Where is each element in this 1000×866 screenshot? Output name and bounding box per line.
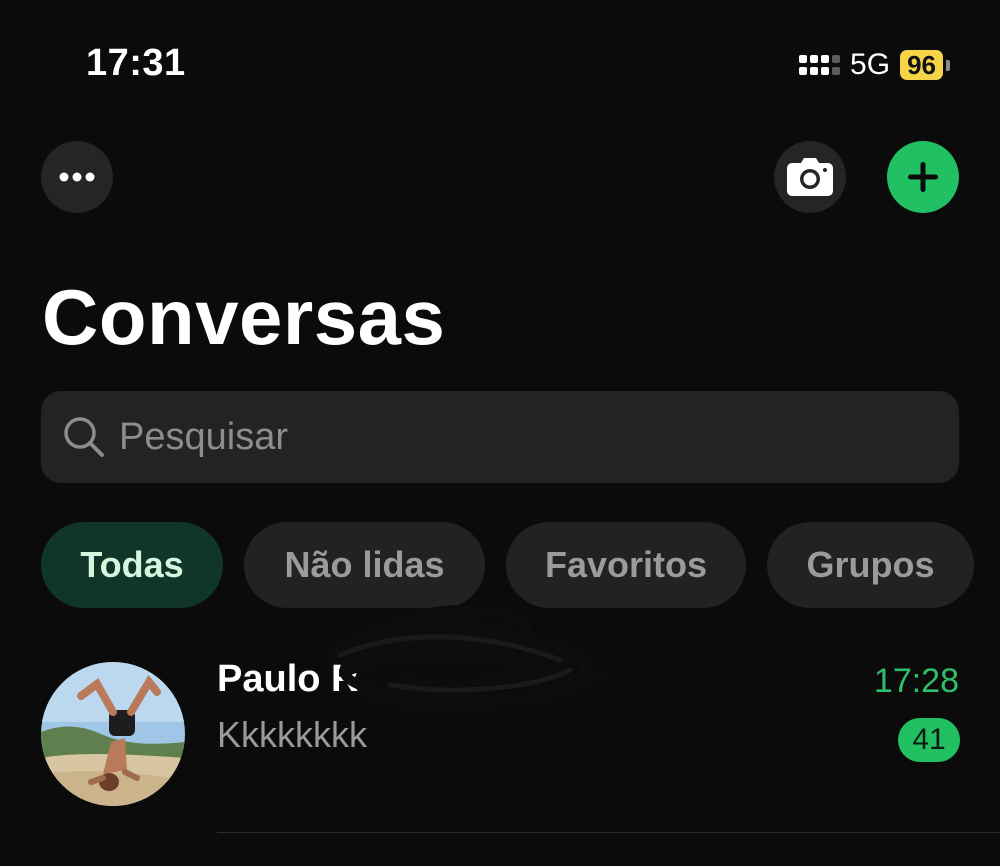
camera-icon xyxy=(787,158,833,196)
unread-count-badge: 41 xyxy=(898,718,960,762)
battery-icon: 96 xyxy=(900,50,950,80)
chat-list-item[interactable]: Paulo R Kkkkkkkk 17:28 41 xyxy=(0,604,1000,832)
battery-level: 96 xyxy=(900,50,943,80)
chat-timestamp: 17:28 xyxy=(873,662,959,700)
search-input[interactable]: Pesquisar xyxy=(119,416,288,459)
camera-button[interactable] xyxy=(774,141,846,213)
new-chat-button[interactable] xyxy=(887,141,959,213)
plus-icon xyxy=(908,162,938,192)
chat-last-message: Kkkkkkkk xyxy=(217,714,368,755)
divider xyxy=(217,832,1000,833)
status-indicators: 5G 96 xyxy=(799,46,950,84)
more-options-button[interactable] xyxy=(41,141,113,213)
search-icon xyxy=(64,417,104,457)
more-horizontal-icon xyxy=(59,172,95,182)
network-type: 5G xyxy=(850,48,891,81)
redaction-scribble xyxy=(325,604,605,712)
filter-chip-todas[interactable]: Todas xyxy=(41,522,223,608)
signal-strength-icon xyxy=(799,55,841,75)
filter-chip-grupos[interactable]: Grupos xyxy=(767,522,974,608)
search-bar[interactable]: Pesquisar xyxy=(41,391,959,483)
avatar xyxy=(41,662,185,806)
status-time: 17:31 xyxy=(86,42,186,84)
page-title: Conversas xyxy=(42,273,446,361)
